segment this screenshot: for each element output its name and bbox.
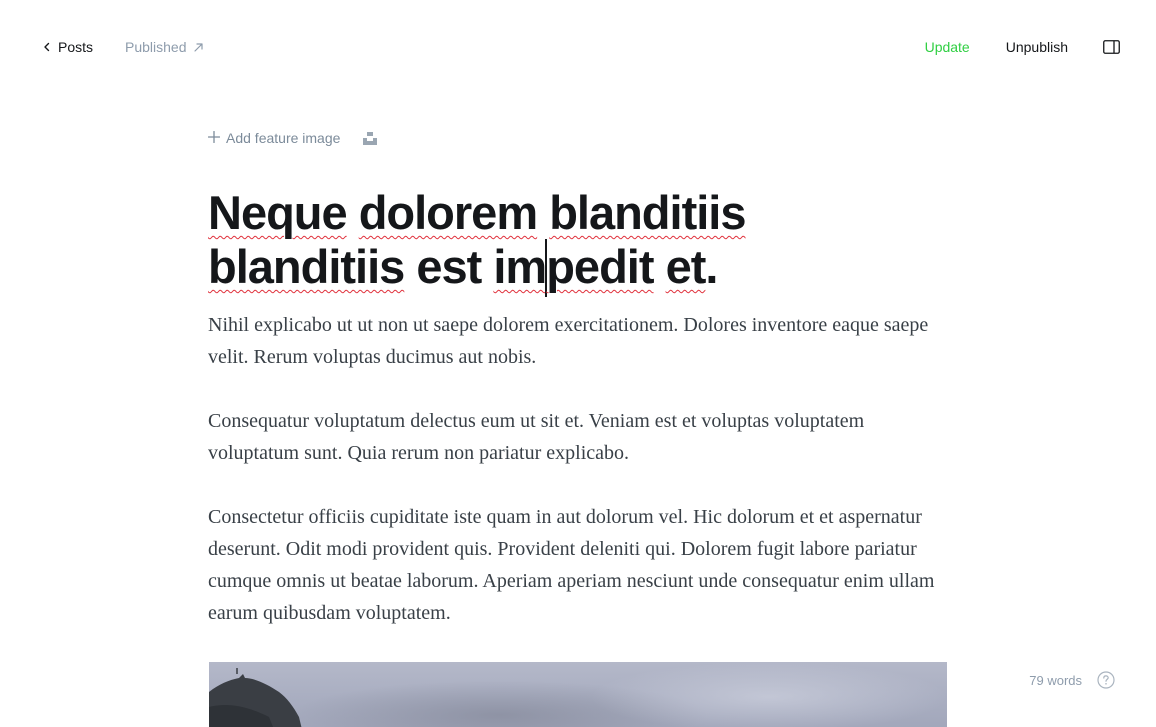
title-word: dolorem xyxy=(358,186,538,239)
editor-header-left: Posts Published xyxy=(42,38,204,56)
post-status-link[interactable]: Published xyxy=(125,39,204,55)
body-paragraph: Consequatur voluptatum delectus eum ut s… xyxy=(208,410,865,464)
title-word: pedit xyxy=(546,240,654,293)
post-status-label: Published xyxy=(125,39,187,55)
back-link-label: Posts xyxy=(58,39,94,55)
post-image-card[interactable] xyxy=(209,662,947,727)
title-word: im xyxy=(493,240,547,293)
title-word: et xyxy=(665,240,707,293)
chevron-left-icon xyxy=(42,42,52,52)
post-editor: Posts Published Update Unpublish Add fea… xyxy=(0,0,1156,727)
title-word: est xyxy=(416,240,482,293)
word-count: 79 words xyxy=(1029,672,1082,688)
add-feature-image-label: Add feature image xyxy=(226,130,341,146)
title-punctuation: . xyxy=(705,240,718,293)
editor-footer: 79 words xyxy=(1029,670,1115,690)
editor-header-right: Update Unpublish xyxy=(925,38,1120,56)
update-button[interactable]: Update xyxy=(925,39,970,55)
unsplash-icon[interactable] xyxy=(363,131,378,145)
question-circle-icon[interactable] xyxy=(1097,671,1115,689)
add-feature-image-button[interactable]: Add feature image xyxy=(207,130,341,146)
sidebar-panel-icon[interactable] xyxy=(1103,40,1120,54)
unpublish-button[interactable]: Unpublish xyxy=(1006,39,1068,55)
title-word: blanditiis xyxy=(549,186,746,239)
plus-icon xyxy=(207,130,221,146)
back-to-posts-link[interactable]: Posts xyxy=(42,39,93,55)
post-body-editor[interactable]: Nihil explicabo ut ut non ut saepe dolor… xyxy=(208,309,953,661)
body-paragraph: Consectetur officiis cupiditate iste qua… xyxy=(208,506,935,624)
arrow-up-right-icon xyxy=(193,41,204,53)
post-title[interactable]: Neque dolorem blanditiis blanditiis est i… xyxy=(208,186,948,297)
body-paragraph: Nihil explicabo ut ut non ut saepe dolor… xyxy=(208,314,929,368)
feature-image-row: Add feature image xyxy=(207,129,378,147)
mist-overlay xyxy=(589,662,947,727)
title-word: blanditiis xyxy=(208,240,405,293)
title-word: Neque xyxy=(208,186,348,239)
